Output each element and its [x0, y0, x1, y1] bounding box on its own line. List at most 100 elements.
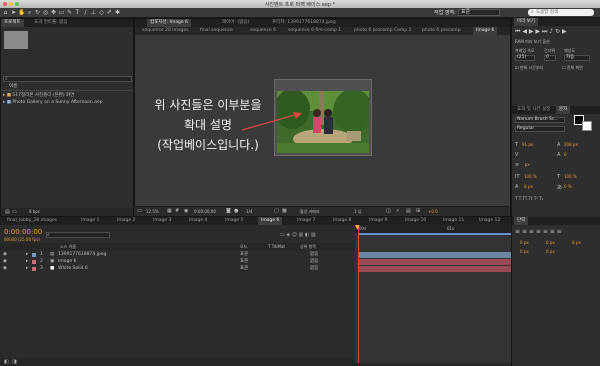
toggle-modes-icon[interactable]: ◨	[12, 359, 17, 365]
roi-icon[interactable]: ▢	[274, 208, 279, 214]
layer-duration-bar[interactable]	[358, 259, 512, 265]
breadcrumb-item[interactable]: sequence 6 fire-comp 1	[285, 27, 344, 35]
breadcrumb-item[interactable]: sequence 28 images	[139, 27, 192, 35]
stroke-width-value[interactable]: - px	[522, 162, 530, 167]
layer-duration-bar[interactable]	[358, 266, 512, 272]
zoom-level-select[interactable]: 12.5%	[146, 209, 159, 214]
tab-effect-controls[interactable]: 효과 컨트롤: 없음	[31, 19, 70, 27]
comp-mini-icon[interactable]: ▭	[280, 232, 285, 238]
vertical-scale-value[interactable]: 100 %	[524, 174, 537, 179]
eye-icon[interactable]: ◉	[3, 266, 7, 272]
ram-preview-icon[interactable]: ▶	[562, 28, 567, 35]
resolution-select[interactable]: 1/4	[246, 209, 252, 214]
fps-select[interactable]: (25)	[515, 55, 535, 61]
fast-preview-icon[interactable]: ⚡	[396, 208, 400, 214]
audio-icon[interactable]: ♪	[549, 28, 553, 35]
column-header-source[interactable]: 소스 이름	[60, 244, 76, 250]
draft3d-icon[interactable]: ◈	[286, 232, 290, 238]
rectangle-tool-icon[interactable]: ▭	[58, 9, 65, 16]
indent-left-value[interactable]: 0 px	[520, 240, 529, 245]
timeline-search-input[interactable]	[46, 232, 110, 238]
grid-icon[interactable]: #	[175, 208, 179, 214]
camera-icon[interactable]: ◉	[184, 208, 188, 214]
folder-icon[interactable]: ▭	[12, 209, 17, 215]
superscript-button[interactable]: T¹	[534, 196, 538, 201]
resolution-select[interactable]: 자동	[564, 55, 590, 61]
breadcrumb-item[interactable]: photo 6 precomp Comp 1	[351, 27, 414, 35]
baseline-shift-value[interactable]: 0 px	[524, 184, 533, 189]
active-camera-select[interactable]: 활성 카메라	[300, 209, 320, 215]
faux-italic-button[interactable]: T	[519, 196, 521, 201]
breadcrumb-item[interactable]: Image 6	[473, 27, 498, 35]
align-center-icon[interactable]: ≡	[522, 228, 527, 235]
channel-icon[interactable]: ●	[234, 208, 238, 214]
tsume-value[interactable]: 0 %	[564, 184, 572, 189]
layer-name[interactable]: White Solid 6	[58, 266, 88, 272]
space-before-value[interactable]: 0 px	[520, 249, 529, 254]
transparency-grid-icon[interactable]: ▩	[282, 208, 287, 214]
tab-timeline-comp[interactable]: Image 10	[402, 217, 429, 225]
roto-brush-tool-icon[interactable]: ✐	[106, 9, 113, 16]
pixel-aspect-icon[interactable]: ◫	[386, 208, 391, 214]
layer-duration-bar[interactable]	[358, 252, 512, 258]
safe-margins-icon[interactable]: ▦	[167, 208, 172, 214]
rotate-tool-icon[interactable]: ↻	[34, 9, 41, 16]
next-frame-icon[interactable]: ▶	[535, 28, 540, 35]
home-icon[interactable]: ⌂	[2, 9, 9, 16]
view-layout-select[interactable]: 1 뷰	[354, 209, 362, 215]
tab-timeline-comp[interactable]: Image 7	[294, 217, 318, 225]
hand-tool-icon[interactable]: ✋	[18, 9, 25, 16]
eraser-tool-icon[interactable]: ◇	[98, 9, 105, 16]
tab-preview[interactable]: 미리 보기	[514, 18, 538, 26]
layer-parent-select[interactable]: 없음	[310, 266, 318, 272]
tab-timeline-comp[interactable]: Image 12	[476, 217, 503, 225]
type-tool-icon[interactable]: T	[74, 9, 81, 16]
toggle-switches-icon[interactable]: ◧	[4, 359, 9, 365]
column-header-parent[interactable]: 상위 항목	[300, 244, 316, 250]
exposure-value[interactable]: +0.0	[428, 209, 438, 214]
faux-bold-button[interactable]: T	[515, 196, 517, 201]
justify-left-icon[interactable]: ≡	[536, 228, 541, 235]
layer-mode-select[interactable]: 표준	[240, 266, 248, 272]
tracking-value[interactable]: 0	[564, 152, 567, 157]
zoom-tool-icon[interactable]: ⌕	[26, 9, 33, 16]
label-color-swatch[interactable]	[32, 260, 36, 264]
tab-project[interactable]: 프로젝트	[1, 19, 24, 27]
play-icon[interactable]: ▶	[529, 28, 534, 35]
timeline-icon[interactable]: ▤	[406, 208, 411, 214]
bpc-label[interactable]: 8 bpc	[29, 209, 40, 214]
list-item[interactable]: ▸ ■ Photo Gallery on a Sunny Afternoon.a…	[3, 100, 103, 106]
align-right-icon[interactable]: ≡	[529, 228, 534, 235]
column-header-trkmat[interactable]: T TrkMat	[268, 244, 285, 249]
breadcrumb-item[interactable]: final sequence	[197, 27, 236, 35]
pen-tool-icon[interactable]: ✎	[66, 9, 73, 16]
label-color-swatch[interactable]	[32, 253, 36, 257]
list-item[interactable]: ▸ ■ 517정리본 사진폴더 (본편) 화면	[3, 93, 74, 99]
work-area-bar[interactable]	[358, 233, 512, 235]
flowchart-icon[interactable]: ⊞	[416, 208, 420, 214]
layer-parent-select[interactable]: 없음	[310, 259, 318, 265]
tab-timeline-comp[interactable]: Image 1	[78, 217, 102, 225]
expand-chevron-icon[interactable]: ▸	[26, 266, 28, 272]
layer-mode-select[interactable]: 표준	[240, 252, 248, 258]
first-frame-icon[interactable]: ⏮	[515, 28, 520, 35]
clone-stamp-tool-icon[interactable]: ⊥	[90, 9, 97, 16]
tab-timeline-comp[interactable]: Image 3	[150, 217, 174, 225]
tab-timeline-comp[interactable]: Image 4	[186, 217, 210, 225]
subscript-button[interactable]: T₁	[539, 196, 543, 201]
trash-icon[interactable]: ▤	[5, 209, 10, 215]
column-header-mode[interactable]: 모드	[240, 244, 247, 250]
table-row[interactable]: ◉ ▸ 3 ■ White Solid 6 표준 없음	[0, 266, 355, 272]
tab-timeline-comp[interactable]: final_lobby_28 images	[4, 217, 60, 225]
small-caps-button[interactable]: Tt	[529, 196, 533, 201]
tab-timeline-comp[interactable]: Image 2	[114, 217, 138, 225]
indent-first-value[interactable]: 0 px	[572, 240, 581, 245]
layer-mode-select[interactable]: 표준	[240, 259, 248, 265]
brush-tool-icon[interactable]: ∕	[82, 9, 89, 16]
workspace-select[interactable]: 표준	[458, 9, 500, 16]
tab-composition[interactable]: 컴포지션: Image 6	[147, 19, 191, 27]
align-left-icon[interactable]: ≡	[515, 228, 520, 235]
graph-editor-icon[interactable]: ▨	[311, 232, 316, 238]
space-after-value[interactable]: 0 px	[546, 249, 555, 254]
camera-tool-icon[interactable]: ◎	[42, 9, 49, 16]
